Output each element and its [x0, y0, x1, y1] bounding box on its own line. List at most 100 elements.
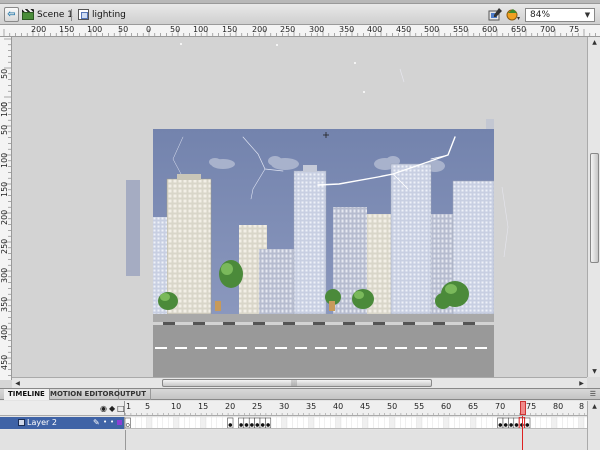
zoom-value: 84% — [530, 10, 551, 20]
panel-menu-icon[interactable]: ☰ — [590, 390, 596, 398]
frame-cell — [205, 417, 212, 428]
tab-motion-editor[interactable]: MOTION EDITOR — [46, 389, 119, 400]
pasteboard[interactable] — [12, 37, 587, 377]
frame-cell — [184, 417, 191, 428]
frame-number: 65 — [468, 402, 479, 411]
chevron-down-icon[interactable]: ▼ — [582, 9, 593, 21]
keyframe-dot — [125, 423, 130, 427]
frame-cell — [416, 417, 423, 428]
layer-row[interactable]: Layer 2 ✎ • • — [0, 417, 125, 429]
tab-timeline[interactable]: TIMELINE — [4, 389, 50, 400]
frame-cell — [319, 417, 325, 428]
ruler-h-label: 250 — [280, 25, 296, 34]
lock-icon[interactable]: ◆ — [109, 405, 115, 413]
ruler-h-label: 75 — [569, 25, 580, 34]
outline-color-icon[interactable] — [117, 420, 122, 425]
movie-clip-icon — [78, 9, 89, 20]
ruler-h-label: 400 — [367, 25, 383, 34]
lamp — [329, 301, 335, 311]
tab-output[interactable]: OUTPUT — [110, 389, 151, 400]
ruler-h-label: 700 — [540, 25, 556, 34]
horizontal-ruler: 200 150 100 50 0 50 100 150 200 250 300 … — [0, 25, 600, 37]
frame-cell — [427, 417, 433, 428]
frame-cell — [232, 417, 239, 428]
frame-number: 1 — [126, 402, 132, 411]
eye-icon[interactable]: ◉ — [100, 405, 107, 413]
frame-cell — [421, 417, 428, 428]
frame-cell — [356, 417, 363, 428]
particle — [180, 43, 182, 45]
frame-cell — [168, 417, 174, 428]
frame-cell — [281, 417, 288, 428]
grip-icon: ||| — [291, 380, 298, 387]
timeline-scrollbar[interactable]: ▲ — [587, 401, 600, 450]
frame-number: 60 — [441, 402, 452, 411]
lightning-stray — [399, 68, 405, 83]
playhead[interactable] — [520, 401, 526, 415]
ruler-v-label: 400 — [0, 324, 9, 340]
horizontal-scroll-thumb[interactable]: ||| — [162, 379, 432, 387]
keyframe-dot — [503, 423, 508, 427]
keyframe-dot — [498, 423, 503, 427]
outline-icon[interactable]: □ — [117, 405, 125, 413]
scroll-right-icon[interactable]: ▶ — [576, 378, 587, 388]
visible-dot-icon[interactable]: • — [103, 418, 107, 426]
frames-row[interactable] — [125, 417, 587, 429]
layer-name[interactable]: Layer 2 — [27, 418, 57, 427]
frame-cell — [492, 417, 498, 428]
frame-cell — [308, 417, 315, 428]
keyframe-dot — [260, 423, 265, 427]
divider — [125, 430, 126, 450]
lock-dot-icon[interactable]: • — [110, 418, 114, 426]
keyframe-dot — [509, 423, 513, 427]
edit-scene-icon[interactable] — [505, 7, 521, 22]
keyframe-dot — [244, 423, 249, 427]
timeline-panel: TIMELINE MOTION EDITOR OUTPUT ☰ ◉ ◆ □ 1 … — [0, 388, 600, 450]
zoom-select[interactable]: 84% ▼ — [525, 8, 595, 22]
vertical-scrollbar[interactable]: ▲ ▼ — [587, 37, 600, 377]
symbol-label: lighting — [92, 9, 126, 20]
ruler-h-label: 150 — [222, 25, 238, 34]
keyframe-dot — [228, 423, 233, 427]
ruler-h-label: 500 — [424, 25, 440, 34]
layer-header: ◉ ◆ □ — [0, 401, 125, 416]
frame-cell — [340, 417, 347, 428]
frame-cell — [313, 417, 320, 428]
frame-number: 15 — [198, 402, 209, 411]
vertical-ruler: 100 50 0 50 100 150 200 250 300 350 400 … — [0, 37, 12, 380]
vertical-scroll-thumb[interactable] — [590, 153, 599, 263]
frame-cell — [486, 417, 493, 428]
horizontal-scrollbar[interactable]: ◀ ||| ▶ — [12, 377, 587, 388]
frame-cell — [200, 417, 207, 428]
frame-number: 30 — [279, 402, 290, 411]
frame-cell — [335, 417, 342, 428]
scroll-up-icon[interactable]: ▲ — [588, 37, 600, 48]
frame-cell — [346, 417, 352, 428]
frame-cell — [567, 417, 574, 428]
ruler-v-label: 200 — [0, 209, 9, 225]
back-arrow-icon[interactable]: ⇦ — [4, 7, 19, 22]
frame-cell — [329, 417, 336, 428]
scroll-left-icon[interactable]: ◀ — [12, 378, 23, 388]
edit-symbols-icon[interactable] — [487, 7, 503, 22]
breadcrumb-symbol[interactable]: lighting — [78, 7, 126, 22]
frame-cell — [367, 417, 374, 428]
frame-cell — [324, 417, 331, 428]
scroll-down-icon[interactable]: ▼ — [588, 366, 600, 377]
frame-cell — [275, 417, 282, 428]
frame-cell — [389, 417, 396, 428]
scroll-up-icon[interactable]: ▲ — [588, 401, 600, 412]
frame-cell — [162, 417, 169, 428]
breadcrumb-divider — [71, 9, 72, 21]
frame-ruler[interactable]: 1 5 10 15 20 25 30 35 40 45 50 55 60 65 … — [125, 401, 587, 416]
frame-number: 80 — [553, 402, 564, 411]
ruler-h-label: 300 — [309, 25, 325, 34]
frame-cell — [465, 417, 471, 428]
lamp — [215, 301, 221, 311]
ruler-h-label: 550 — [453, 25, 469, 34]
breadcrumb-scene[interactable]: Scene 1 — [22, 7, 73, 22]
clapper-icon — [22, 9, 34, 20]
frame-cell — [130, 417, 137, 428]
stage-canvas[interactable] — [153, 129, 494, 377]
frame-number: 8 — [579, 402, 585, 411]
